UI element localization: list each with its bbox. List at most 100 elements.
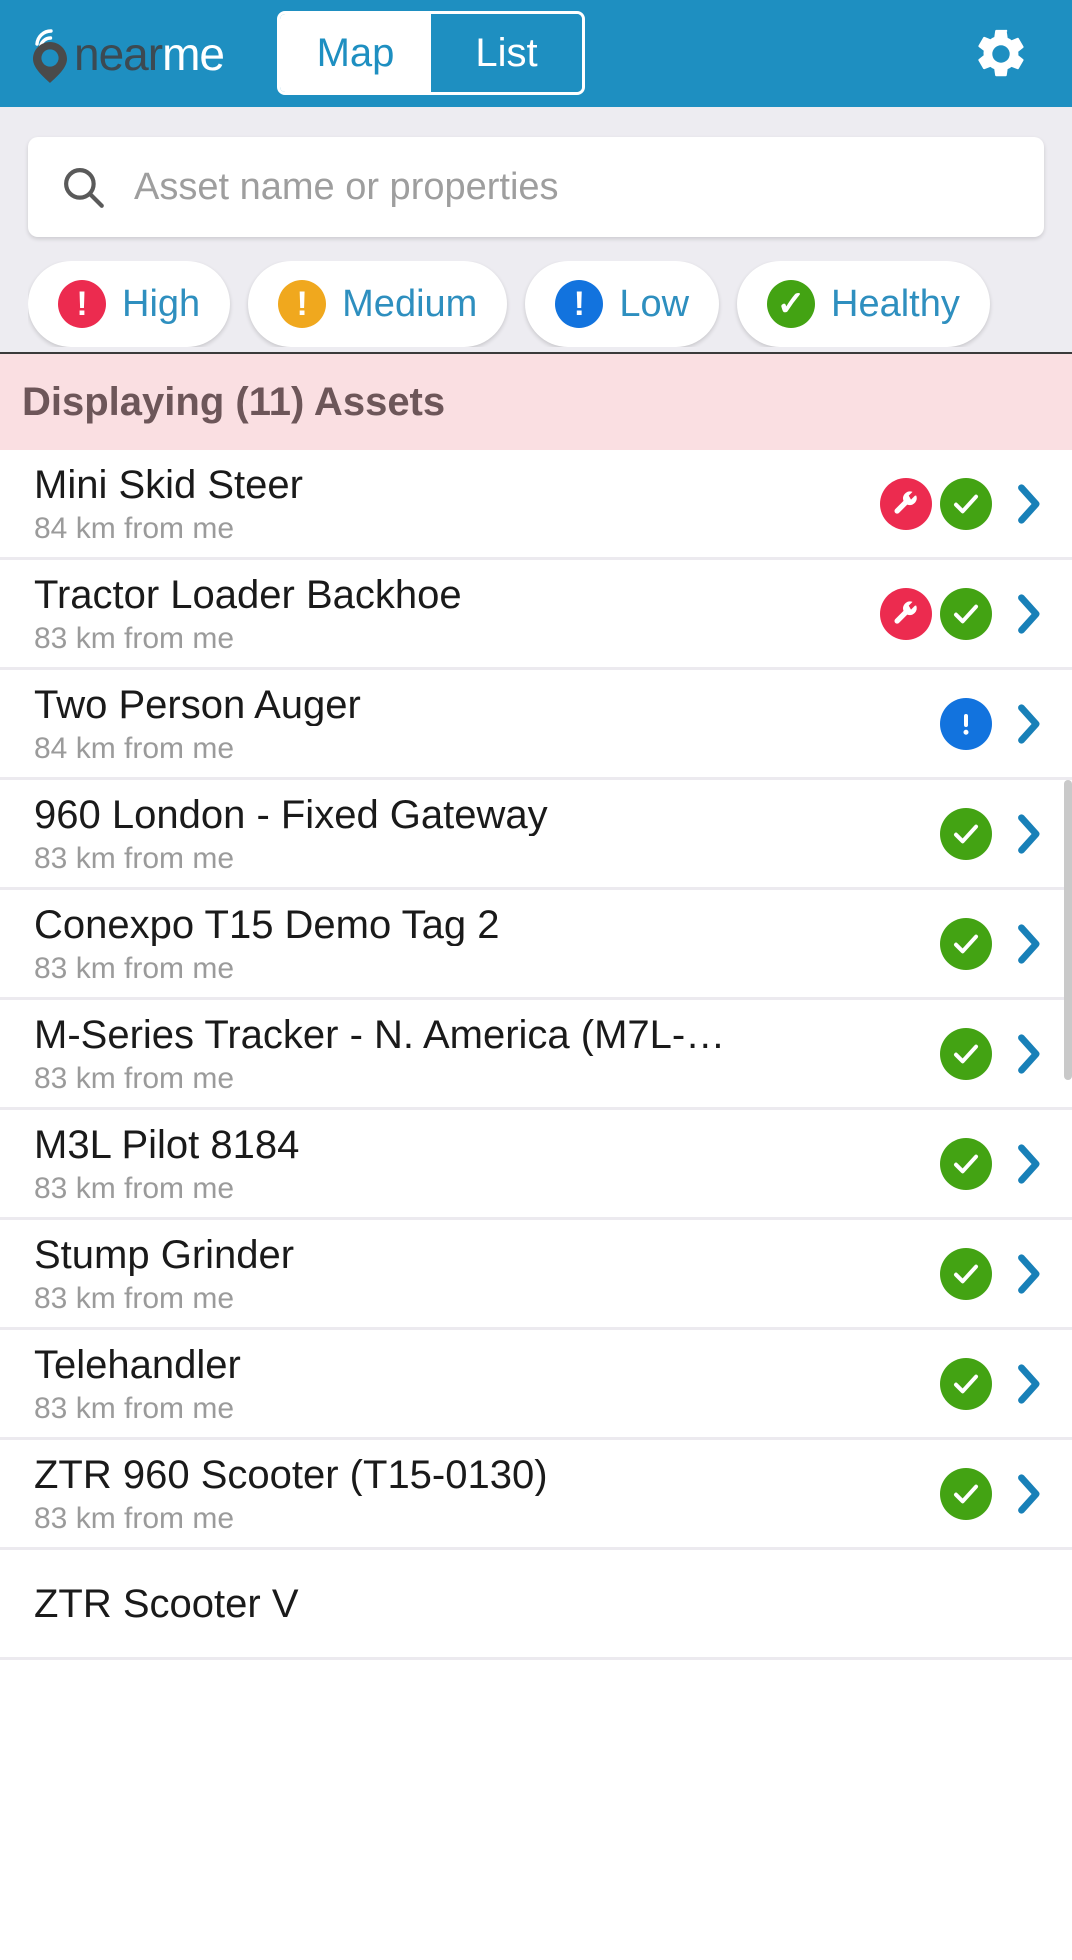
severity-healthy-icon: ✓: [767, 280, 816, 328]
asset-row[interactable]: ZTR 960 Scooter (T15-0130) 83 km from me: [0, 1440, 1072, 1550]
chevron-right-icon[interactable]: [1008, 1248, 1048, 1300]
asset-row-main: Tractor Loader Backhoe 83 km from me: [34, 574, 880, 654]
asset-row[interactable]: M3L Pilot 8184 83 km from me: [0, 1110, 1072, 1220]
check-icon: [940, 1027, 992, 1080]
asset-distance: 84 km from me: [34, 731, 235, 765]
asset-status-icons: [940, 1137, 1048, 1190]
filter-chip-label: High: [122, 282, 201, 325]
asset-row[interactable]: ZTR Scooter V: [0, 1550, 1072, 1660]
asset-row[interactable]: Telehandler 83 km from me: [0, 1330, 1072, 1440]
tab-map[interactable]: Map: [280, 14, 431, 92]
chevron-right-icon[interactable]: [1008, 588, 1048, 640]
asset-status-icons: [940, 697, 1048, 750]
search-bar[interactable]: [28, 137, 1044, 237]
chevron-right-icon[interactable]: [1008, 1358, 1048, 1410]
tab-list[interactable]: List: [431, 14, 582, 92]
filter-chip-high[interactable]: ! High: [28, 261, 231, 347]
chevron-right-icon[interactable]: [1008, 478, 1048, 530]
asset-row[interactable]: Stump Grinder 83 km from me: [0, 1220, 1072, 1330]
filter-chip-label: Medium: [342, 282, 478, 325]
asset-name: Mini Skid Steer: [34, 463, 303, 506]
asset-name: Tractor Loader Backhoe: [34, 573, 462, 616]
chevron-right-icon[interactable]: [1008, 698, 1048, 750]
asset-status-icons: [940, 1027, 1048, 1080]
check-icon: [940, 587, 992, 640]
asset-name: Telehandler: [34, 1343, 241, 1386]
asset-status-icons: [940, 807, 1048, 860]
asset-status-icons: [880, 477, 1048, 530]
asset-row-main: Two Person Auger 84 km from me: [34, 684, 940, 764]
asset-name: Two Person Auger: [34, 683, 361, 726]
scrollbar-thumb[interactable]: [1064, 780, 1072, 1080]
asset-distance: 83 km from me: [34, 1391, 235, 1425]
check-icon: [940, 1137, 992, 1190]
asset-row[interactable]: Mini Skid Steer 84 km from me: [0, 450, 1072, 560]
filter-chip-label: Healthy: [831, 282, 960, 325]
filter-chip-low[interactable]: ! Low: [525, 261, 720, 347]
logo-word-near: near: [74, 27, 163, 80]
asset-row-main: ZTR 960 Scooter (T15-0130) 83 km from me: [34, 1454, 940, 1534]
asset-name: 960 London - Fixed Gateway: [34, 793, 548, 836]
asset-status-icons: [880, 587, 1048, 640]
asset-row-main: M-Series Tracker - N. America (M7L-… 83 k…: [34, 1014, 940, 1094]
asset-name: ZTR 960 Scooter (T15-0130): [34, 1453, 548, 1496]
asset-row[interactable]: M-Series Tracker - N. America (M7L-… 83 k…: [0, 1000, 1072, 1110]
asset-row[interactable]: Conexpo T15 Demo Tag 2 83 km from me: [0, 890, 1072, 1000]
asset-row[interactable]: Two Person Auger 84 km from me: [0, 670, 1072, 780]
chevron-right-icon[interactable]: [1008, 1138, 1048, 1190]
filter-chip-row[interactable]: ! High ! Medium ! Low ✓ Healthy: [28, 261, 1044, 347]
asset-distance: 83 km from me: [34, 1281, 235, 1315]
asset-row[interactable]: 960 London - Fixed Gateway 83 km from me: [0, 780, 1072, 890]
asset-distance: 83 km from me: [34, 621, 235, 655]
asset-status-icons: [940, 1357, 1048, 1410]
location-pin-icon: [26, 25, 78, 83]
asset-name: M-Series Tracker - N. America (M7L-…: [34, 1013, 726, 1056]
alert-icon: [940, 697, 992, 750]
asset-distance: 83 km from me: [34, 951, 235, 985]
asset-name: ZTR Scooter V: [34, 1582, 299, 1625]
check-icon: [940, 477, 992, 530]
asset-row[interactable]: Tractor Loader Backhoe 83 km from me: [0, 560, 1072, 670]
check-icon: [940, 917, 992, 970]
asset-name: Stump Grinder: [34, 1233, 295, 1276]
wrench-icon: [880, 587, 932, 640]
chevron-right-icon[interactable]: [1008, 1028, 1048, 1080]
asset-row-main: ZTR Scooter V: [34, 1583, 1048, 1625]
asset-row-main: Conexpo T15 Demo Tag 2 83 km from me: [34, 904, 940, 984]
asset-row-main: Telehandler 83 km from me: [34, 1344, 940, 1424]
filter-chip-healthy[interactable]: ✓ Healthy: [737, 261, 990, 347]
asset-status-icons: [940, 917, 1048, 970]
results-count-text: Displaying (11) Assets: [22, 379, 446, 424]
check-icon: [940, 1467, 992, 1520]
search-and-filters: ! High ! Medium ! Low ✓ Healthy: [0, 107, 1072, 352]
asset-name: M3L Pilot 8184: [34, 1123, 300, 1166]
chevron-right-icon[interactable]: [1008, 808, 1048, 860]
severity-low-icon: !: [555, 280, 604, 328]
asset-distance: 83 km from me: [34, 1501, 235, 1535]
asset-row-main: Stump Grinder 83 km from me: [34, 1234, 940, 1314]
gear-icon[interactable]: [972, 25, 1030, 83]
asset-list[interactable]: Mini Skid Steer 84 km from me Tractor Load…: [0, 450, 1072, 1660]
chevron-right-icon[interactable]: [1008, 1468, 1048, 1520]
asset-distance: 84 km from me: [34, 511, 235, 545]
severity-high-icon: !: [58, 280, 106, 328]
chevron-right-icon[interactable]: [1008, 918, 1048, 970]
logo-wordmark: nearme: [74, 27, 225, 80]
search-icon: [58, 162, 108, 212]
asset-distance: 83 km from me: [34, 841, 235, 875]
asset-status-icons: [940, 1467, 1048, 1520]
filter-chip-medium[interactable]: ! Medium: [248, 261, 508, 347]
filter-chip-label: Low: [619, 282, 690, 325]
logo-word-me: me: [162, 27, 225, 80]
check-icon: [940, 1247, 992, 1300]
severity-medium-icon: !: [278, 280, 327, 328]
search-input[interactable]: [134, 165, 1014, 209]
asset-name: Conexpo T15 Demo Tag 2: [34, 903, 500, 946]
asset-row-main: M3L Pilot 8184 83 km from me: [34, 1124, 940, 1204]
asset-distance: 83 km from me: [34, 1061, 235, 1095]
view-mode-toggle[interactable]: Map List: [277, 11, 585, 95]
asset-row-main: 960 London - Fixed Gateway 83 km from me: [34, 794, 940, 874]
check-icon: [940, 807, 992, 860]
asset-row-main: Mini Skid Steer 84 km from me: [34, 464, 880, 544]
check-icon: [940, 1357, 992, 1410]
